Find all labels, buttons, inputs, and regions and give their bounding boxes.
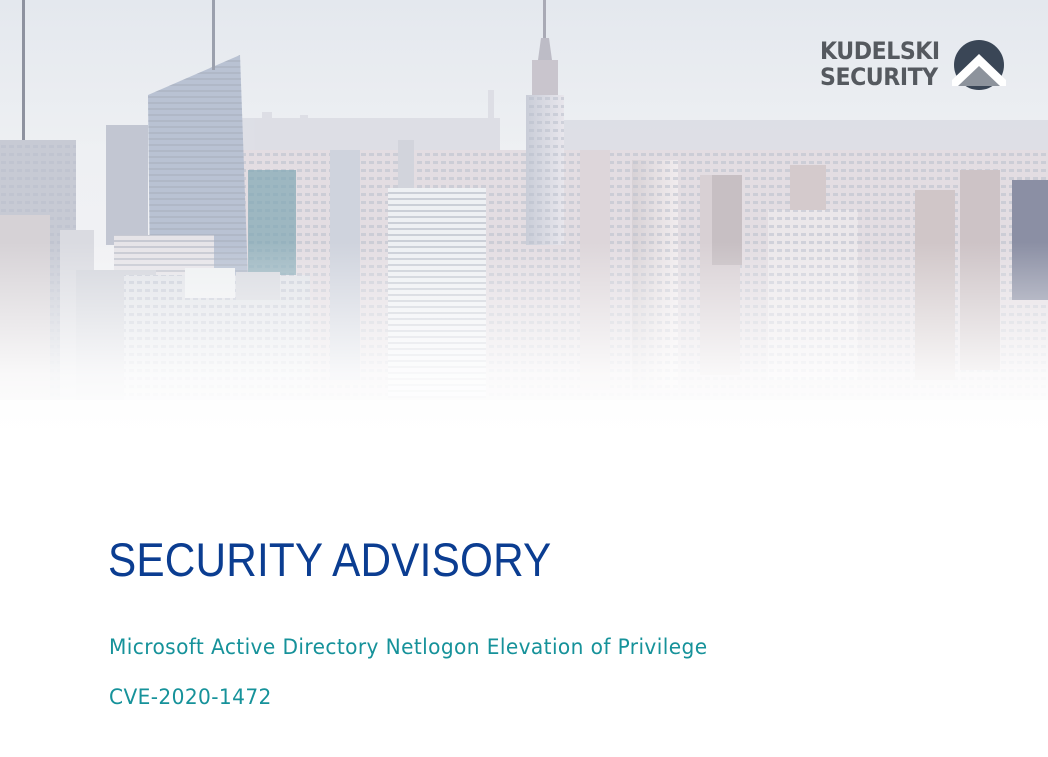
cve-identifier: CVE-2020-1472 (109, 685, 272, 709)
logo-line-2: SECURITY (820, 63, 938, 91)
mountain-circle-logo-icon (952, 40, 1006, 90)
logo-line-1: KUDELSKI (820, 37, 940, 65)
advisory-subtitle: Microsoft Active Directory Netlogon Elev… (109, 635, 708, 659)
page-title: SECURITY ADVISORY (108, 533, 552, 586)
kudelski-security-logo: KUDELSKI SECURITY (820, 38, 1010, 94)
logo-wordmark: KUDELSKI SECURITY (820, 38, 940, 90)
